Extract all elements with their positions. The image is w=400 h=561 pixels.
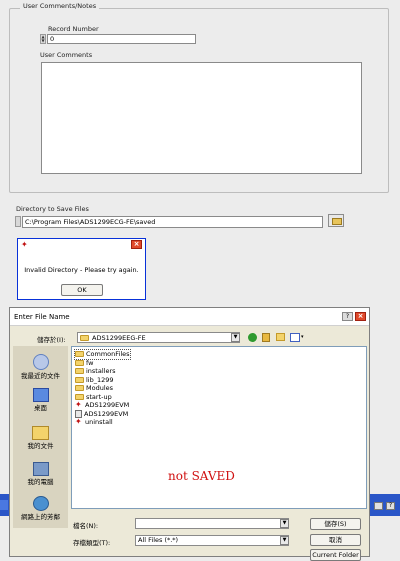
error-dialog-titlebar: ✦ × xyxy=(18,239,145,251)
file-name: uninstall xyxy=(85,418,113,427)
save-in-value: ADS1299EEG-FE xyxy=(92,333,146,342)
file-list-item[interactable]: ✦ uninstall xyxy=(75,418,130,427)
folder-icon xyxy=(75,368,84,375)
user-comments-textarea[interactable] xyxy=(41,62,362,174)
taskbar-minimize-icon[interactable] xyxy=(374,502,383,510)
places-item-network[interactable]: 網路上的芳鄰 xyxy=(13,496,68,521)
places-item-documents[interactable]: 我的文件 xyxy=(13,426,68,450)
save-in-label: 儲存於(I): xyxy=(37,336,66,344)
cancel-button[interactable]: 取消 xyxy=(310,534,361,546)
close-icon[interactable]: × xyxy=(355,312,366,321)
record-number-spinner[interactable]: ▲ ▼ xyxy=(40,34,46,44)
help-icon[interactable]: ? xyxy=(342,312,353,321)
folder-icon xyxy=(75,393,84,400)
ti-app-icon: ✦ xyxy=(75,400,82,410)
current-folder-button[interactable]: Current Folder xyxy=(310,549,361,561)
places-bar: 我最近的文件 桌面 我的文件 我的電腦 網路上的芳鄰 xyxy=(13,346,68,528)
up-folder-icon[interactable] xyxy=(262,333,270,342)
file-name: lib_1299 xyxy=(86,375,114,384)
file-list-item[interactable]: ✦ ADS1299EVM xyxy=(75,401,130,410)
error-dialog: ✦ × Invalid Directory - Please try again… xyxy=(17,238,146,300)
places-label: 我最近的文件 xyxy=(21,372,60,380)
my-computer-icon xyxy=(32,462,49,476)
my-documents-icon xyxy=(32,426,49,440)
directory-path-input[interactable]: C:\Program Files\ADS1299ECG-FE\saved xyxy=(22,216,323,228)
folder-icon xyxy=(75,359,84,366)
user-comments-label: User Comments xyxy=(40,51,93,59)
file-list-item[interactable]: start-up xyxy=(75,393,130,402)
new-folder-icon[interactable] xyxy=(276,333,285,341)
file-dialog-titlebar: Enter File Name ? × xyxy=(10,308,369,326)
folder-icon xyxy=(80,334,89,341)
chevron-down-icon[interactable]: ▼ xyxy=(231,333,240,342)
file-dialog-title: Enter File Name xyxy=(14,313,70,321)
back-icon[interactable] xyxy=(248,333,257,342)
places-label: 網路上的芳鄰 xyxy=(21,513,60,521)
chevron-down-icon[interactable]: ▼ xyxy=(280,519,289,528)
close-icon[interactable]: × xyxy=(131,240,142,249)
group-title: User Comments/Notes xyxy=(20,2,100,10)
file-list-item[interactable]: fw xyxy=(75,359,130,368)
places-item-desktop[interactable]: 桌面 xyxy=(13,388,68,412)
recent-documents-icon xyxy=(32,354,49,370)
taskbar-help-icon[interactable]: ? xyxy=(386,502,395,510)
file-name: ADS1299EVM xyxy=(85,401,130,410)
file-dialog: Enter File Name ? × 儲存於(I): ADS1299EEG-F… xyxy=(9,307,370,561)
file-list-item[interactable]: lib_1299 xyxy=(75,376,130,385)
file-list-item[interactable]: ADS1299EVM xyxy=(75,409,130,419)
places-label: 桌面 xyxy=(34,404,47,412)
record-number-label: Record Number xyxy=(48,25,99,33)
directory-label: Directory to Save Files xyxy=(16,205,89,213)
file-name: installers xyxy=(86,367,116,376)
ti-app-icon: ✦ xyxy=(75,417,82,427)
record-number-input[interactable]: 0 xyxy=(47,34,196,44)
taskbar-item[interactable] xyxy=(0,500,8,510)
file-type-select[interactable]: All Files (*.*) xyxy=(135,535,289,546)
ok-button[interactable]: OK xyxy=(61,284,103,296)
open-folder-icon xyxy=(332,218,342,225)
places-item-computer[interactable]: 我的電腦 xyxy=(13,462,68,486)
file-name-input[interactable] xyxy=(135,518,289,529)
file-list-item[interactable]: installers xyxy=(75,367,130,376)
file-list-item[interactable]: Modules xyxy=(75,384,130,393)
not-saved-annotation: not SAVED xyxy=(168,469,235,483)
ti-logo-icon: ✦ xyxy=(21,240,28,249)
file-type-label: 存檔類型(T): xyxy=(73,539,111,547)
save-in-select[interactable]: ADS1299EEG-FE xyxy=(77,332,240,343)
places-label: 我的文件 xyxy=(27,442,54,450)
chevron-down-icon[interactable]: ▼ xyxy=(280,536,289,545)
file-name: fw xyxy=(86,358,94,367)
view-menu-icon[interactable] xyxy=(290,333,300,342)
folder-icon xyxy=(75,376,84,383)
file-list[interactable]: CommonFiles fw installers lib_1299 Modules st… xyxy=(71,346,367,509)
places-label: 我的電腦 xyxy=(27,478,54,486)
save-button[interactable]: 儲存(S) xyxy=(310,518,361,530)
file-name: CommonFiles xyxy=(86,350,130,359)
file-list-item[interactable]: CommonFiles xyxy=(74,349,131,360)
folder-icon xyxy=(75,351,84,358)
file-name: Modules xyxy=(86,384,114,393)
network-places-icon xyxy=(32,496,49,511)
folder-icon xyxy=(75,385,84,392)
places-item-recent[interactable]: 我最近的文件 xyxy=(13,354,68,380)
view-menu-chevron-icon[interactable]: ▾ xyxy=(301,334,304,340)
file-name: start-up xyxy=(86,392,112,401)
file-name: ADS1299EVM xyxy=(84,409,129,418)
file-name-label: 檔名(N): xyxy=(73,522,99,530)
directory-type-icon xyxy=(15,216,21,227)
desktop-icon xyxy=(32,388,49,402)
error-message: Invalid Directory - Please try again. xyxy=(24,266,139,274)
browse-folder-button[interactable] xyxy=(328,214,344,227)
